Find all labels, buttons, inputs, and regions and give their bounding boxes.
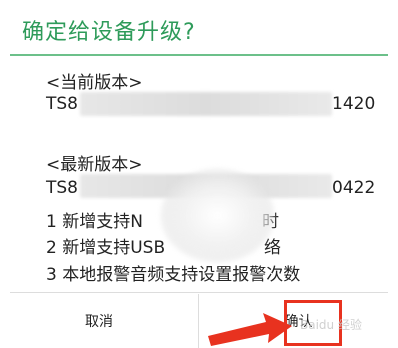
change-item-2-text-start: 新增支持USB (62, 238, 166, 258)
change-item-1-text-start: 新增支持N (62, 212, 143, 232)
latest-version-prefix: TS8 (46, 178, 78, 198)
change-item-3-text: 本地报警音频支持设置报警次数 (62, 265, 301, 285)
change-item-2: 2 新增支持USB (46, 233, 165, 258)
change-item-1-num: 1 (46, 212, 57, 232)
change-item-1: 1 新增支持N (46, 207, 143, 232)
cancel-button[interactable]: 取消 (0, 294, 198, 348)
watermark-text: Baidu 经验 (300, 318, 362, 332)
change-item-3: 3 本地报警音频支持设置报警次数 (46, 260, 300, 285)
title-divider (10, 54, 388, 56)
button-divider-horizontal (10, 292, 388, 293)
current-version-label: <当前版本> (46, 73, 143, 93)
blur-smudge (160, 168, 275, 263)
current-version-suffix: 1420 (332, 94, 376, 114)
upgrade-dialog: 确定给设备升级? <当前版本> TS8 1420 <最新版本> TS8 0422… (0, 0, 398, 348)
change-item-2-num: 2 (46, 238, 57, 258)
dialog-title: 确定给设备升级? (22, 20, 196, 45)
latest-version-label: <最新版本> (46, 155, 143, 175)
latest-version-suffix: 0422 (332, 178, 376, 198)
redacted-current-version (80, 92, 332, 116)
current-version-prefix: TS8 (46, 94, 78, 114)
cancel-button-label: 取消 (85, 314, 113, 330)
change-item-3-num: 3 (46, 265, 57, 285)
